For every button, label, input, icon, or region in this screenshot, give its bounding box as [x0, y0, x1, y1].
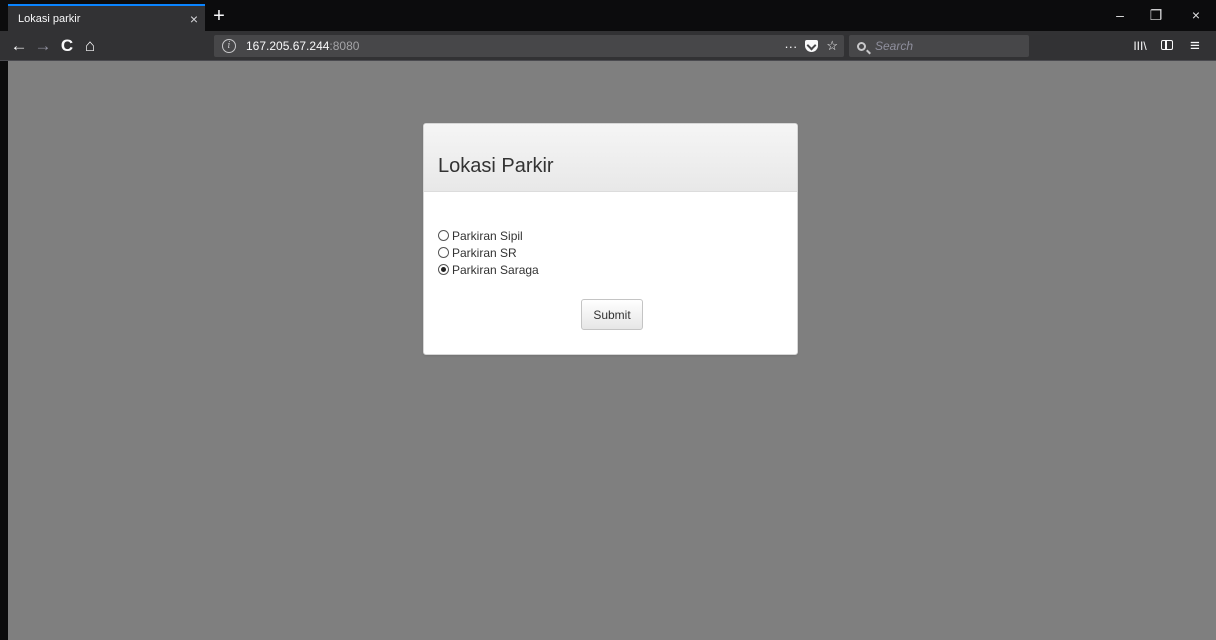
location-panel: Lokasi Parkir Parkiran Sipil Parkiran SR… [423, 123, 798, 355]
submit-button[interactable]: Submit [581, 299, 643, 330]
url-host: 167.205.67.244 [246, 39, 330, 53]
pocket-icon[interactable] [805, 40, 819, 52]
panel-heading: Lokasi Parkir [424, 124, 797, 192]
url-text[interactable]: 167.205.67.244:8080 [246, 39, 359, 53]
tab-title: Lokasi parkir [18, 12, 81, 25]
tab-close-icon[interactable]: × [183, 12, 205, 26]
radio-option-saraga[interactable]: Parkiran Saraga [438, 261, 797, 278]
url-bar[interactable]: i 167.205.67.244:8080 ··· ☆ [214, 35, 844, 57]
close-window-button[interactable]: × [1176, 2, 1216, 28]
reload-icon[interactable]: C [56, 35, 78, 57]
library-icon[interactable]: III\ [1129, 35, 1151, 57]
radio-option-sipil[interactable]: Parkiran Sipil [438, 227, 797, 244]
panel-body: Parkiran Sipil Parkiran SR Parkiran Sara… [424, 192, 797, 354]
radio-button[interactable] [438, 247, 449, 258]
radio-label[interactable]: Parkiran Saraga [452, 263, 539, 277]
url-actions: ··· ☆ [784, 35, 838, 57]
radio-label[interactable]: Parkiran Sipil [452, 229, 523, 243]
radio-option-sr[interactable]: Parkiran SR [438, 244, 797, 261]
search-placeholder: Search [875, 39, 914, 53]
navigation-toolbar: ← → C ⌂ i 167.205.67.244:8080 ··· ☆ Sear… [0, 31, 1216, 61]
home-icon[interactable]: ⌂ [79, 35, 101, 57]
back-arrow-icon[interactable]: ← [8, 35, 30, 57]
sidebar-icon [1161, 40, 1173, 50]
tab-lokasi-parkir[interactable]: Lokasi parkir × [8, 4, 205, 31]
hamburger-menu-icon[interactable]: ≡ [1184, 35, 1206, 57]
radio-button-selected[interactable] [438, 264, 449, 275]
page-title: Lokasi Parkir [438, 155, 554, 177]
bookmark-star-icon[interactable]: ☆ [826, 38, 838, 54]
search-icon [857, 41, 866, 51]
url-port: :8080 [329, 39, 360, 53]
page-viewport: Lokasi Parkir Parkiran Sipil Parkiran SR… [8, 61, 1216, 640]
site-info-icon[interactable]: i [222, 39, 236, 53]
tab-strip: Lokasi parkir × + – ❐ × [0, 0, 1216, 31]
radio-button[interactable] [438, 230, 449, 241]
sidebar-toggle-button[interactable] [1156, 35, 1178, 57]
search-bar[interactable]: Search [849, 35, 1029, 57]
minimize-button[interactable]: – [1100, 2, 1140, 28]
restore-button[interactable]: ❐ [1136, 2, 1176, 28]
forward-arrow-icon[interactable]: → [32, 35, 54, 57]
page-actions-icon[interactable]: ··· [784, 39, 797, 54]
radio-label[interactable]: Parkiran SR [452, 246, 517, 260]
new-tab-button[interactable]: + [208, 4, 230, 30]
